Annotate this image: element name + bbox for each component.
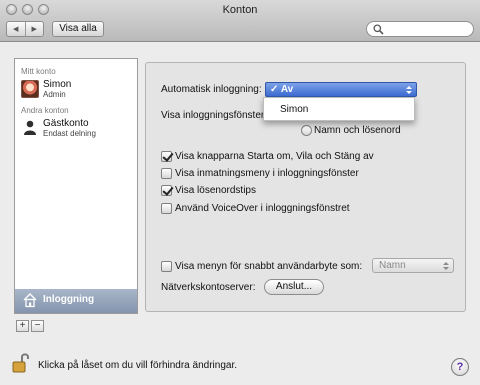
back-arrow-icon: ◀ — [13, 26, 19, 33]
password-hints-label: Visa lösenordstips — [175, 185, 256, 196]
show-login-window-label: Visa inloggningsfönster — [161, 110, 265, 121]
fast-user-switch-label: Visa menyn för snabbt användarbyte som: — [175, 261, 363, 272]
search-field[interactable] — [366, 21, 474, 37]
account-item-simon[interactable]: Simon Admin — [19, 78, 135, 102]
login-options-label: Inloggning — [43, 294, 95, 305]
magnifier-icon — [373, 24, 384, 35]
fast-user-switch-checkbox[interactable] — [161, 261, 172, 272]
restart-sleep-shutdown-label: Visa knapparna Starta om, Vila och Stäng… — [175, 151, 374, 162]
account-name: Simon — [43, 79, 72, 90]
dropdown-option-simon[interactable]: Simon — [280, 104, 308, 115]
lock-instruction-text: Klicka på låset om du vill förhindra änd… — [38, 360, 237, 371]
name-password-label: Namn och lösenord — [314, 125, 401, 136]
avatar — [21, 80, 39, 98]
back-button[interactable]: ◀ — [7, 22, 25, 36]
forward-arrow-icon: ▶ — [31, 26, 37, 33]
updown-arrows-icon — [443, 262, 449, 270]
restart-sleep-shutdown-checkbox[interactable] — [161, 151, 172, 162]
window-title: Konton — [222, 4, 258, 16]
add-account-button[interactable]: + — [16, 320, 29, 332]
auto-login-popup[interactable]: ✓ Av — [265, 82, 417, 97]
voiceover-label: Använd VoiceOver i inloggningsfönstret — [175, 203, 350, 214]
forward-button[interactable]: ▶ — [24, 22, 44, 36]
account-item-guest[interactable]: Gästkonto Endast delning — [19, 117, 135, 141]
account-role: Admin — [43, 90, 66, 99]
network-server-label: Nätverkskontoserver: — [161, 282, 256, 293]
remove-account-button[interactable]: − — [31, 320, 44, 332]
my-account-header: Mitt konto — [21, 67, 56, 76]
join-button[interactable]: Anslut... — [264, 279, 324, 295]
fast-user-switch-select[interactable]: Namn — [372, 258, 454, 273]
updown-arrows-icon — [406, 86, 412, 94]
login-options-item[interactable]: Inloggning — [15, 289, 137, 313]
house-icon — [23, 293, 37, 308]
auto-login-label: Automatisk inloggning: — [161, 84, 262, 95]
voiceover-checkbox[interactable] — [161, 203, 172, 214]
dropdown-option-selected[interactable]: ✓ Av — [270, 84, 293, 95]
password-hints-checkbox[interactable] — [161, 185, 172, 196]
auto-login-value: Av — [280, 84, 294, 95]
preferences-window: Konton ◀ ▶ Visa alla Mitt konto Simon Ad… — [0, 0, 480, 385]
navigation-buttons: ◀ ▶ — [6, 21, 44, 37]
account-role: Endast delning — [43, 129, 96, 138]
accounts-sidebar: Mitt konto Simon Admin Andra konton Gäst… — [14, 58, 138, 314]
account-name: Gästkonto — [43, 118, 89, 129]
unlocked-padlock-icon[interactable] — [12, 352, 30, 374]
auto-login-dropdown-menu: Simon — [263, 97, 415, 121]
title-bar: Konton ◀ ▶ Visa alla — [0, 0, 480, 42]
checkmark-icon: ✓ — [270, 84, 279, 95]
other-accounts-header: Andra konton — [21, 106, 69, 115]
fast-user-switch-value: Namn — [379, 260, 406, 271]
guest-user-icon — [24, 120, 36, 135]
name-password-radio[interactable] — [301, 125, 312, 136]
show-all-button[interactable]: Visa alla — [52, 21, 104, 37]
help-button[interactable]: ? — [451, 358, 469, 376]
input-menu-checkbox[interactable] — [161, 168, 172, 179]
input-menu-label: Visa inmatningsmeny i inloggningsfönster — [175, 168, 359, 179]
